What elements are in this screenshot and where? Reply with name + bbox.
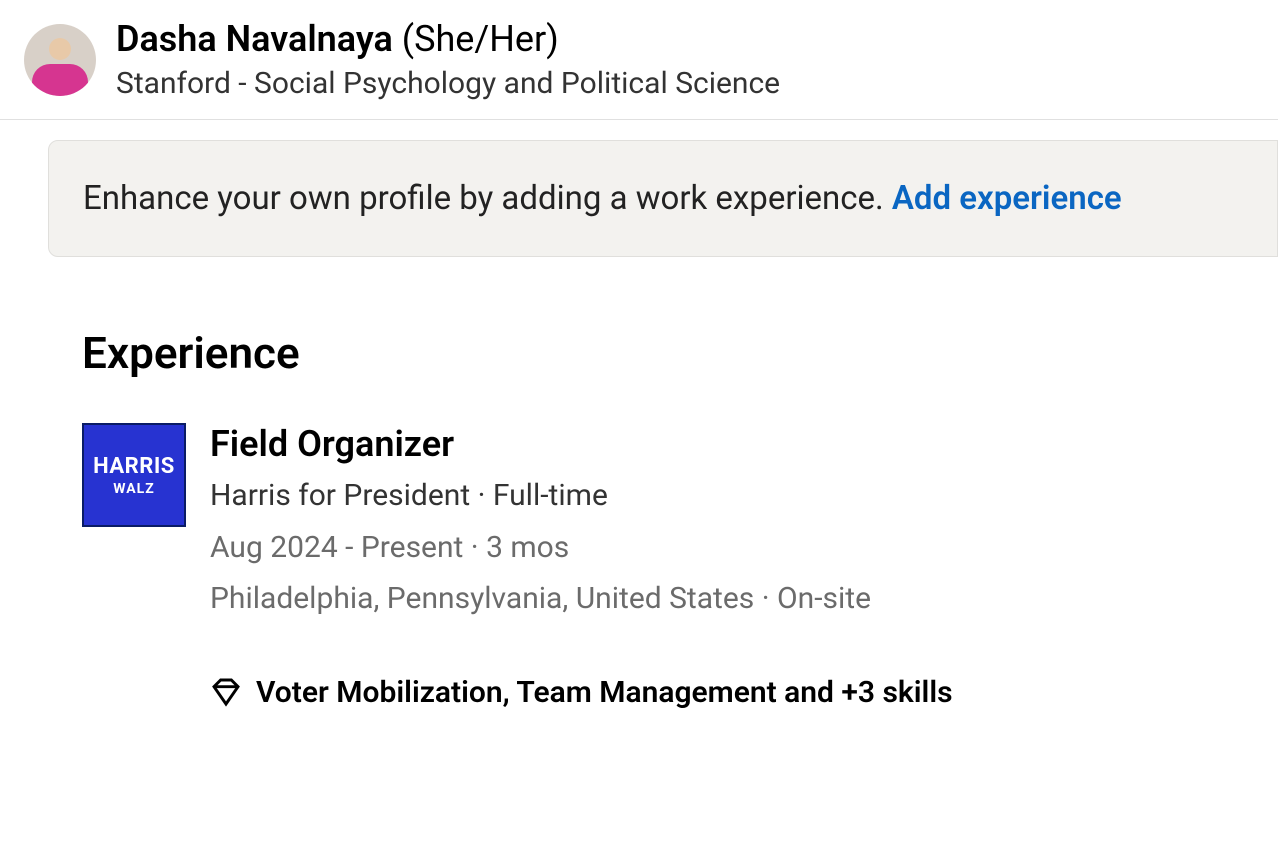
avatar[interactable] (24, 24, 96, 96)
content-area: Enhance your own profile by adding a wor… (0, 140, 1278, 710)
profile-name[interactable]: Dasha Navalnaya (116, 18, 393, 60)
profile-subtitle: Stanford - Social Psychology and Politic… (116, 66, 780, 101)
experience-section-title: Experience (82, 327, 1278, 379)
job-title[interactable]: Field Organizer (210, 423, 953, 466)
location-line: Philadelphia, Pennsylvania, United State… (210, 577, 953, 621)
enhance-profile-banner: Enhance your own profile by adding a wor… (48, 140, 1278, 257)
experience-item[interactable]: HARRIS WALZ Field Organizer Harris for P… (82, 423, 1278, 710)
add-experience-link[interactable]: Add experience (892, 179, 1122, 218)
experience-details: Field Organizer Harris for President · F… (210, 423, 953, 710)
company-logo-line1: HARRIS (93, 454, 175, 479)
company-logo[interactable]: HARRIS WALZ (82, 423, 186, 527)
company-logo-line2: WALZ (113, 481, 154, 497)
profile-name-line: Dasha Navalnaya (She/Her) (116, 18, 780, 60)
profile-header: Dasha Navalnaya (She/Her) Stanford - Soc… (0, 0, 1278, 120)
date-line: Aug 2024 - Present · 3 mos (210, 526, 953, 570)
company-line: Harris for President · Full-time (210, 474, 953, 518)
promo-text: Enhance your own profile by adding a wor… (83, 179, 892, 218)
profile-pronouns: (She/Her) (402, 18, 559, 60)
skills-row[interactable]: Voter Mobilization, Team Management and … (210, 675, 953, 710)
skills-text: Voter Mobilization, Team Management and … (256, 675, 953, 710)
diamond-icon (210, 676, 242, 708)
header-text-block: Dasha Navalnaya (She/Her) Stanford - Soc… (116, 18, 780, 101)
